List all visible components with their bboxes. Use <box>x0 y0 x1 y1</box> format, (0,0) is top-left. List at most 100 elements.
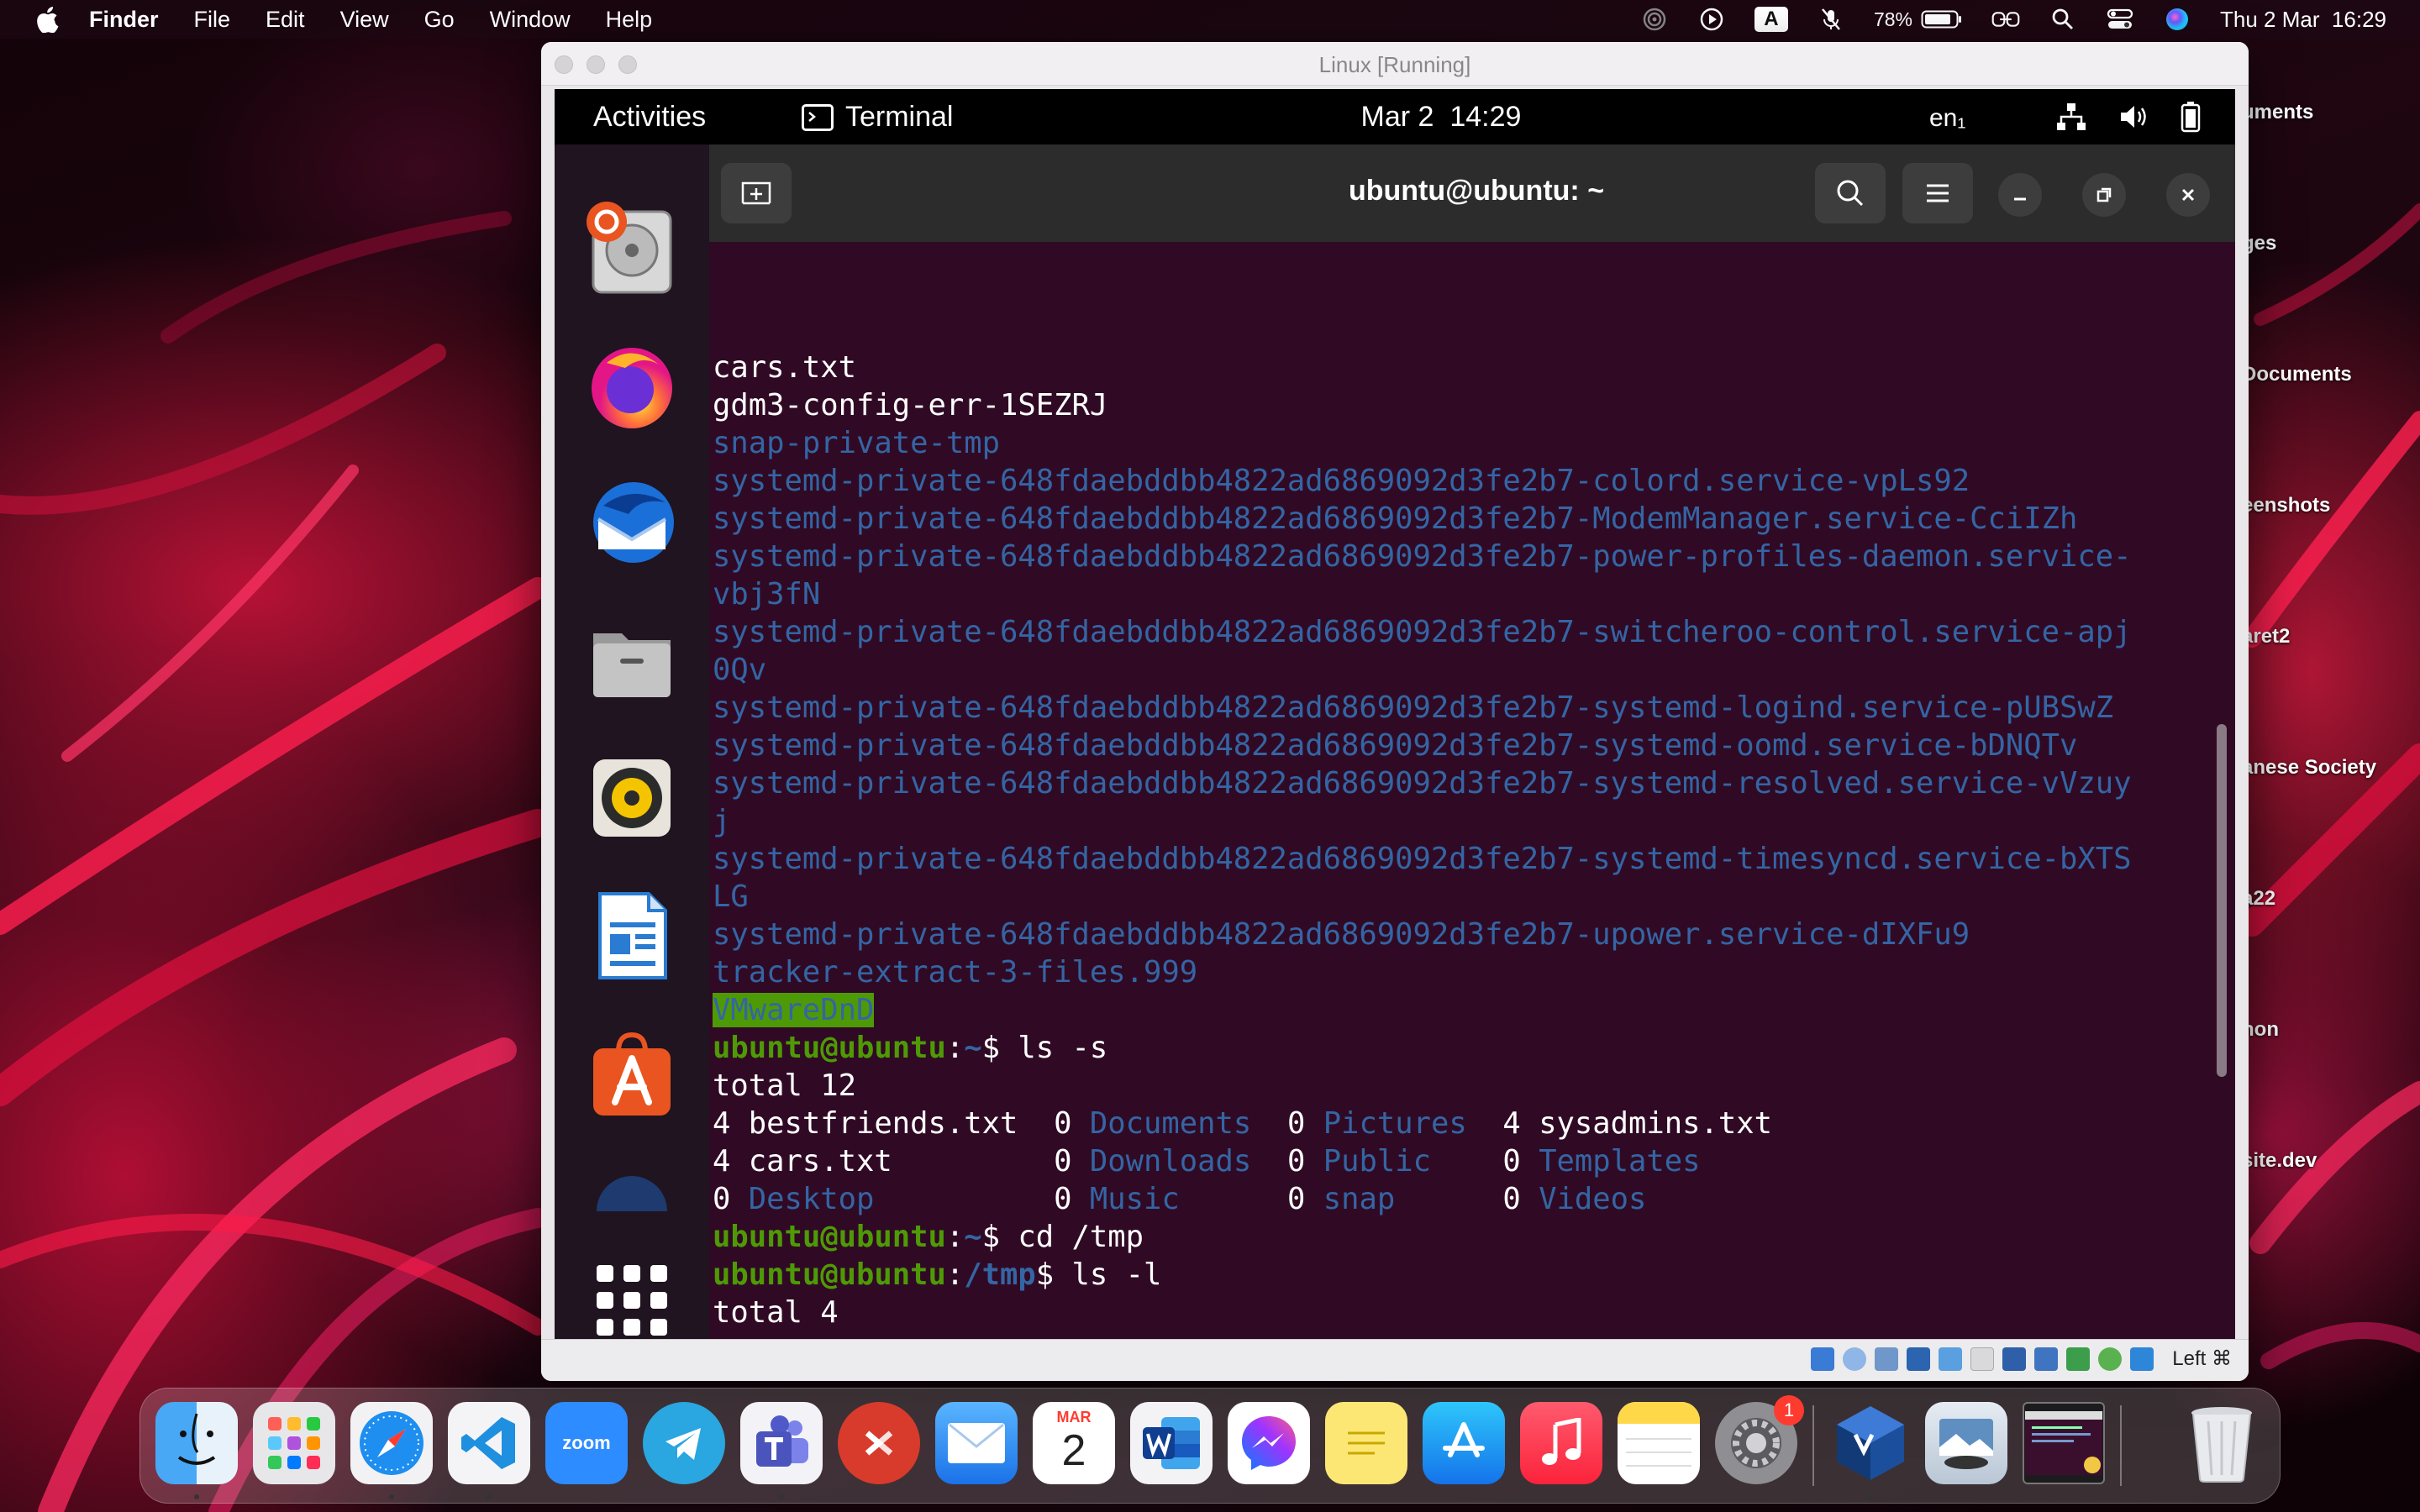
block-size: 0 <box>1018 1144 1090 1179</box>
dock-remote-desktop[interactable] <box>838 1402 920 1484</box>
terminal-line: systemd-private-648fdaebddbb4822ad686909… <box>713 840 2213 878</box>
airdrop-icon[interactable] <box>1640 7 1669 32</box>
siri-icon[interactable] <box>2163 7 2191 32</box>
apple-logo-icon[interactable] <box>34 6 59 34</box>
hamburger-menu-button[interactable] <box>1902 163 1973 223</box>
menu-window[interactable]: Window <box>490 7 571 33</box>
desktop-item-label[interactable]: anese Society <box>2242 756 2376 780</box>
dock-telegram[interactable] <box>643 1402 725 1484</box>
ubuntu-system-menu[interactable] <box>2055 101 2202 133</box>
dock-firefox[interactable] <box>581 334 682 435</box>
dock-zoom[interactable]: zoom <box>545 1402 628 1484</box>
dock-partial-item[interactable] <box>581 1161 682 1211</box>
desktop-item-label[interactable]: aret2 <box>2242 625 2290 648</box>
minimize-button[interactable] <box>1998 173 2042 217</box>
menu-edit[interactable]: Edit <box>266 7 305 33</box>
dock-safari[interactable] <box>350 1402 433 1484</box>
dock-installer[interactable] <box>581 197 682 297</box>
menu-help[interactable]: Help <box>606 7 653 33</box>
terminal-line: VMwareDnD <box>713 991 2213 1029</box>
app-store-icon <box>1443 1422 1485 1457</box>
dock-trash[interactable] <box>2181 1402 2263 1484</box>
vm-display[interactable]: Activities Terminal Mar 2 14:29 en₁ ubun… <box>555 89 2235 1339</box>
desktop-item-label[interactable]: eenshots <box>2242 494 2330 517</box>
block-size: 0 <box>1251 1106 1323 1141</box>
terminal-output[interactable]: cars.txt gdm3-config-err-1SEZRJ snap-priva… <box>713 235 2213 1332</box>
mouse-integration-icon[interactable] <box>2130 1347 2154 1371</box>
notes-icon <box>1626 1438 1691 1467</box>
block-size: 4 <box>713 1106 749 1141</box>
block-size: 4 <box>713 1144 749 1179</box>
dock-finder[interactable] <box>155 1402 238 1484</box>
dock-rhythmbox[interactable] <box>581 748 682 848</box>
cpu-status-icon[interactable] <box>2066 1347 2091 1371</box>
audio-status-icon[interactable] <box>1875 1347 1899 1371</box>
dock-files[interactable] <box>581 610 682 711</box>
terminal-window[interactable]: ubuntu@ubuntu: ~ cars.txt gdm3-config-er… <box>709 144 2235 1339</box>
dock-messenger[interactable] <box>1228 1402 1310 1484</box>
recording-status-icon[interactable] <box>2034 1347 2059 1371</box>
terminal-line: systemd-private-648fdaebddbb4822ad686909… <box>713 613 2213 651</box>
menu-go[interactable]: Go <box>424 7 455 33</box>
dock-minimized-window[interactable] <box>2023 1402 2105 1484</box>
vbox-titlebar[interactable]: Linux [Running] <box>541 42 2249 86</box>
screen-mirroring-icon[interactable] <box>1991 7 2020 32</box>
terminal-line: systemd-private-648fdaebddbb4822ad686909… <box>713 538 2213 575</box>
dock-app-center[interactable] <box>581 1023 682 1124</box>
dock-app-store[interactable] <box>1423 1402 1505 1484</box>
dock-virtualbox[interactable] <box>1829 1402 1912 1484</box>
file-entry: gdm3-config-err-1SEZRJ <box>713 388 1108 423</box>
optical-drive-icon[interactable] <box>1843 1347 1867 1371</box>
dock-vscode[interactable] <box>448 1402 530 1484</box>
ubuntu-clock[interactable]: Mar 2 14:29 <box>555 101 2235 134</box>
desktop-item-label[interactable]: site.dev <box>2242 1149 2317 1173</box>
dock-calendar[interactable]: MAR 2 <box>1033 1402 1115 1484</box>
total-line: total 12 <box>713 1068 856 1103</box>
directory-entry: LG <box>713 879 749 914</box>
terminal-scrollbar[interactable] <box>2217 724 2227 1077</box>
input-language[interactable]: en₁ <box>1929 104 1966 133</box>
directory-entry: Videos <box>1539 1182 1647 1216</box>
close-button[interactable] <box>2166 173 2210 217</box>
menu-app-name[interactable]: Finder <box>89 7 159 33</box>
menu-file[interactable]: File <box>194 7 231 33</box>
network-status-icon[interactable] <box>1907 1347 1931 1371</box>
shared-folders-icon[interactable] <box>1970 1347 1995 1371</box>
maximize-button[interactable] <box>2082 173 2126 217</box>
menubar-clock[interactable]: Thu 2 Mar 16:29 <box>2220 7 2386 33</box>
dock-system-settings[interactable]: 1 <box>1715 1395 1804 1484</box>
prompt-colon: : <box>945 1031 965 1065</box>
hdd-status-icon[interactable] <box>1811 1347 1835 1371</box>
usb-status-icon[interactable] <box>1939 1347 1963 1371</box>
dock-preview[interactable] <box>1925 1402 2007 1484</box>
dock-thunderbird[interactable] <box>581 472 682 573</box>
guest-additions-icon[interactable] <box>2098 1347 2123 1371</box>
spotlight-search-icon[interactable] <box>2049 7 2077 32</box>
dock-music[interactable] <box>1520 1402 1602 1484</box>
play-circle-icon[interactable] <box>1697 7 1726 32</box>
dock-libreoffice-writer[interactable] <box>581 885 682 986</box>
running-indicator <box>2061 1494 2066 1499</box>
dock-word[interactable] <box>1130 1402 1213 1484</box>
dock-stickies[interactable] <box>1325 1402 1407 1484</box>
display-status-icon[interactable] <box>2002 1347 2027 1371</box>
safari-icon <box>360 1411 424 1475</box>
menu-view[interactable]: View <box>340 7 389 33</box>
terminal-line: 0Qv <box>713 651 2213 689</box>
block-size: 0 <box>1466 1144 1539 1179</box>
dock-launchpad[interactable] <box>253 1402 335 1484</box>
hamburger-icon <box>1927 184 1949 202</box>
show-applications-button[interactable] <box>597 1265 667 1336</box>
block-size: 0 <box>1466 1182 1539 1216</box>
dock-teams[interactable] <box>740 1402 823 1484</box>
control-center-icon[interactable] <box>2106 7 2134 32</box>
directory-entry: systemd-private-648fdaebddbb4822ad686909… <box>713 917 1970 952</box>
dock-mail[interactable] <box>935 1402 1018 1484</box>
desktop-item-label[interactable]: Documents <box>2242 363 2352 386</box>
keyboard-input-icon[interactable]: A <box>1754 7 1788 32</box>
dock-notes[interactable] <box>1618 1402 1700 1484</box>
battery-status[interactable]: 78% <box>1874 8 1963 31</box>
mic-off-icon[interactable] <box>1817 7 1845 32</box>
desktop-item-label[interactable]: uments <box>2242 101 2313 124</box>
search-button[interactable] <box>1815 163 1886 223</box>
